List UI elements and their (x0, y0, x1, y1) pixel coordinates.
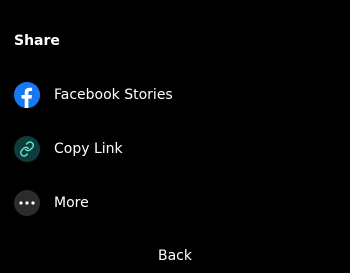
share-option-label: More (54, 195, 89, 211)
facebook-icon (14, 82, 40, 108)
share-option-label: Facebook Stories (54, 87, 173, 103)
back-button[interactable]: Back (0, 247, 350, 265)
more-dots-icon (14, 190, 40, 216)
share-sheet: Share Facebook Stories Copy Link More Ba… (0, 0, 350, 273)
share-title: Share (14, 33, 60, 49)
share-option-label: Copy Link (54, 141, 123, 157)
share-option-facebook-stories[interactable]: Facebook Stories (0, 75, 350, 115)
share-option-more[interactable]: More (0, 183, 350, 223)
share-option-copy-link[interactable]: Copy Link (0, 129, 350, 169)
link-icon (14, 136, 40, 162)
